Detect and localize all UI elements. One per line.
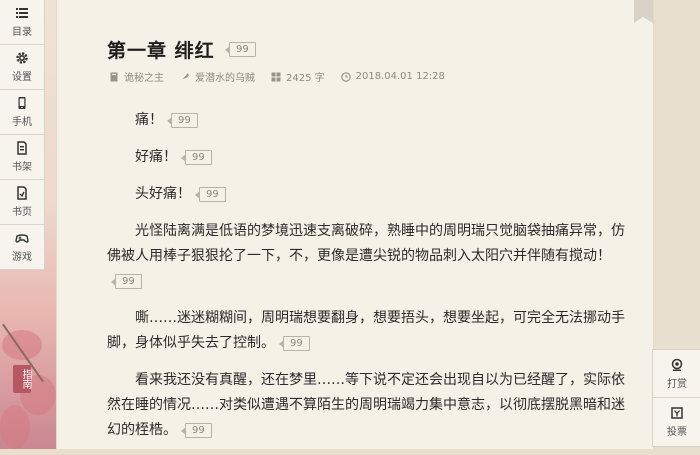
vote-label: 投票	[667, 427, 687, 438]
sidebar-item-label: 游戏	[12, 252, 32, 263]
sidebar-item-label: 设置	[12, 72, 32, 83]
sidebar-item-games[interactable]: 游戏	[0, 225, 44, 270]
paragraph: 痛！ 99	[107, 108, 637, 133]
paragraph-text: 头好痛！	[135, 186, 191, 202]
right-float-bar: 打赏 投票	[652, 349, 700, 447]
paragraph: 嘶……迷迷糊糊间，周明瑞想要翻身，想要捂头，想要坐起，可完全无法挪动手脚，身体似…	[107, 306, 637, 356]
paragraph: 光怪陆离满是低语的梦境迅速支离破碎，熟睡中的周明瑞只觉脑袋抽痛异常，仿佛被人用棒…	[107, 219, 637, 294]
meta-wordcount-value: 2425 字	[286, 73, 325, 84]
sidebar-item-catalog[interactable]: 目录	[0, 0, 44, 45]
ticket-icon	[671, 407, 683, 419]
chapter-title: 第一章 绯红	[107, 40, 215, 62]
sidebar-item-label: 目录	[12, 27, 32, 38]
meta-book-name[interactable]: 诡秘之主	[124, 69, 164, 84]
paragraph-text: 好痛！	[135, 149, 177, 165]
meta-datetime-value: 2018.04.01 12:28	[355, 71, 445, 82]
sidebar-item-settings[interactable]: 设置	[0, 45, 44, 90]
sidebar-item-label: 手机	[12, 117, 32, 128]
sidebar-item-label: 书架	[12, 162, 32, 173]
meta-author-name[interactable]: 爱潜水的乌贼	[195, 69, 255, 84]
paragraph: 好痛！ 99	[107, 145, 637, 170]
bookmark-icon[interactable]	[634, 0, 653, 23]
gamepad-icon	[15, 234, 29, 243]
paragraph-comment-badge[interactable]: 99	[167, 112, 198, 128]
reading-panel: 第一章 绯红 99 诡秘之主 爱潜水的乌贼 2425 字 2018.04.01 …	[56, 0, 654, 449]
vote-button[interactable]: 投票	[653, 398, 700, 446]
meta-wordcount: 2425 字	[271, 69, 325, 84]
phone-icon	[18, 97, 26, 109]
paragraph: 看来我还没有真醒，还在梦里……等下说不定还会出现自以为已经醒了，实际依然在睡的情…	[107, 368, 637, 443]
sidebar-item-mobile[interactable]: 手机	[0, 90, 44, 135]
paragraph-comment-badge[interactable]: 99	[181, 149, 212, 165]
sidebar-item-book-page[interactable]: 书页	[0, 180, 44, 225]
paragraph-comment-badge[interactable]: 99	[279, 335, 310, 351]
paragraph-text: 光怪陆离满是低语的梦境迅速支离破碎，熟睡中的周明瑞只觉脑袋抽痛异常，仿佛被人用棒…	[107, 223, 625, 264]
tip-button[interactable]: 打赏	[653, 350, 700, 398]
chapter-meta: 诡秘之主 爱潜水的乌贼 2425 字 2018.04.01 12:28	[109, 69, 445, 84]
guide-tag[interactable]: 指南	[13, 365, 31, 393]
sidebar-item-bookshelf[interactable]: 书架	[0, 135, 44, 180]
book-page-icon	[17, 186, 27, 200]
meta-datetime: 2018.04.01 12:28	[340, 69, 445, 84]
paragraph-comment-badge[interactable]: 99	[195, 186, 226, 202]
paragraph-text: 嘶……迷迷糊糊间，周明瑞想要翻身，想要捂头，想要坐起，可完全无法挪动手脚，身体似…	[107, 310, 625, 351]
coin-icon	[671, 358, 683, 371]
meta-author: 爱潜水的乌贼	[180, 69, 255, 84]
book-icon	[110, 72, 118, 81]
paragraph-comment-badge[interactable]: 99	[181, 422, 212, 438]
clock-icon	[340, 71, 351, 82]
gear-icon	[16, 52, 28, 64]
paragraph-text: 痛！	[135, 112, 163, 128]
left-sidebar: 目录 设置 手机 书架 书页 游戏	[0, 0, 45, 270]
tip-label: 打赏	[667, 378, 687, 390]
chapter-content: 痛！ 99 好痛！ 99 头好痛！ 99 光怪陆离满是低语的梦境迅速支离破碎，熟睡中的…	[107, 108, 637, 455]
list-icon	[16, 8, 28, 18]
paragraph: 头好痛！ 99	[107, 182, 637, 207]
chapter-comment-badge[interactable]: 99	[225, 42, 256, 57]
grid-icon	[271, 72, 281, 81]
paragraph-comment-badge[interactable]: 99	[111, 273, 142, 289]
feather-pen-icon	[181, 72, 189, 81]
meta-book: 诡秘之主	[109, 69, 164, 84]
bookshelf-icon	[17, 141, 27, 155]
sidebar-item-label: 书页	[12, 207, 32, 218]
